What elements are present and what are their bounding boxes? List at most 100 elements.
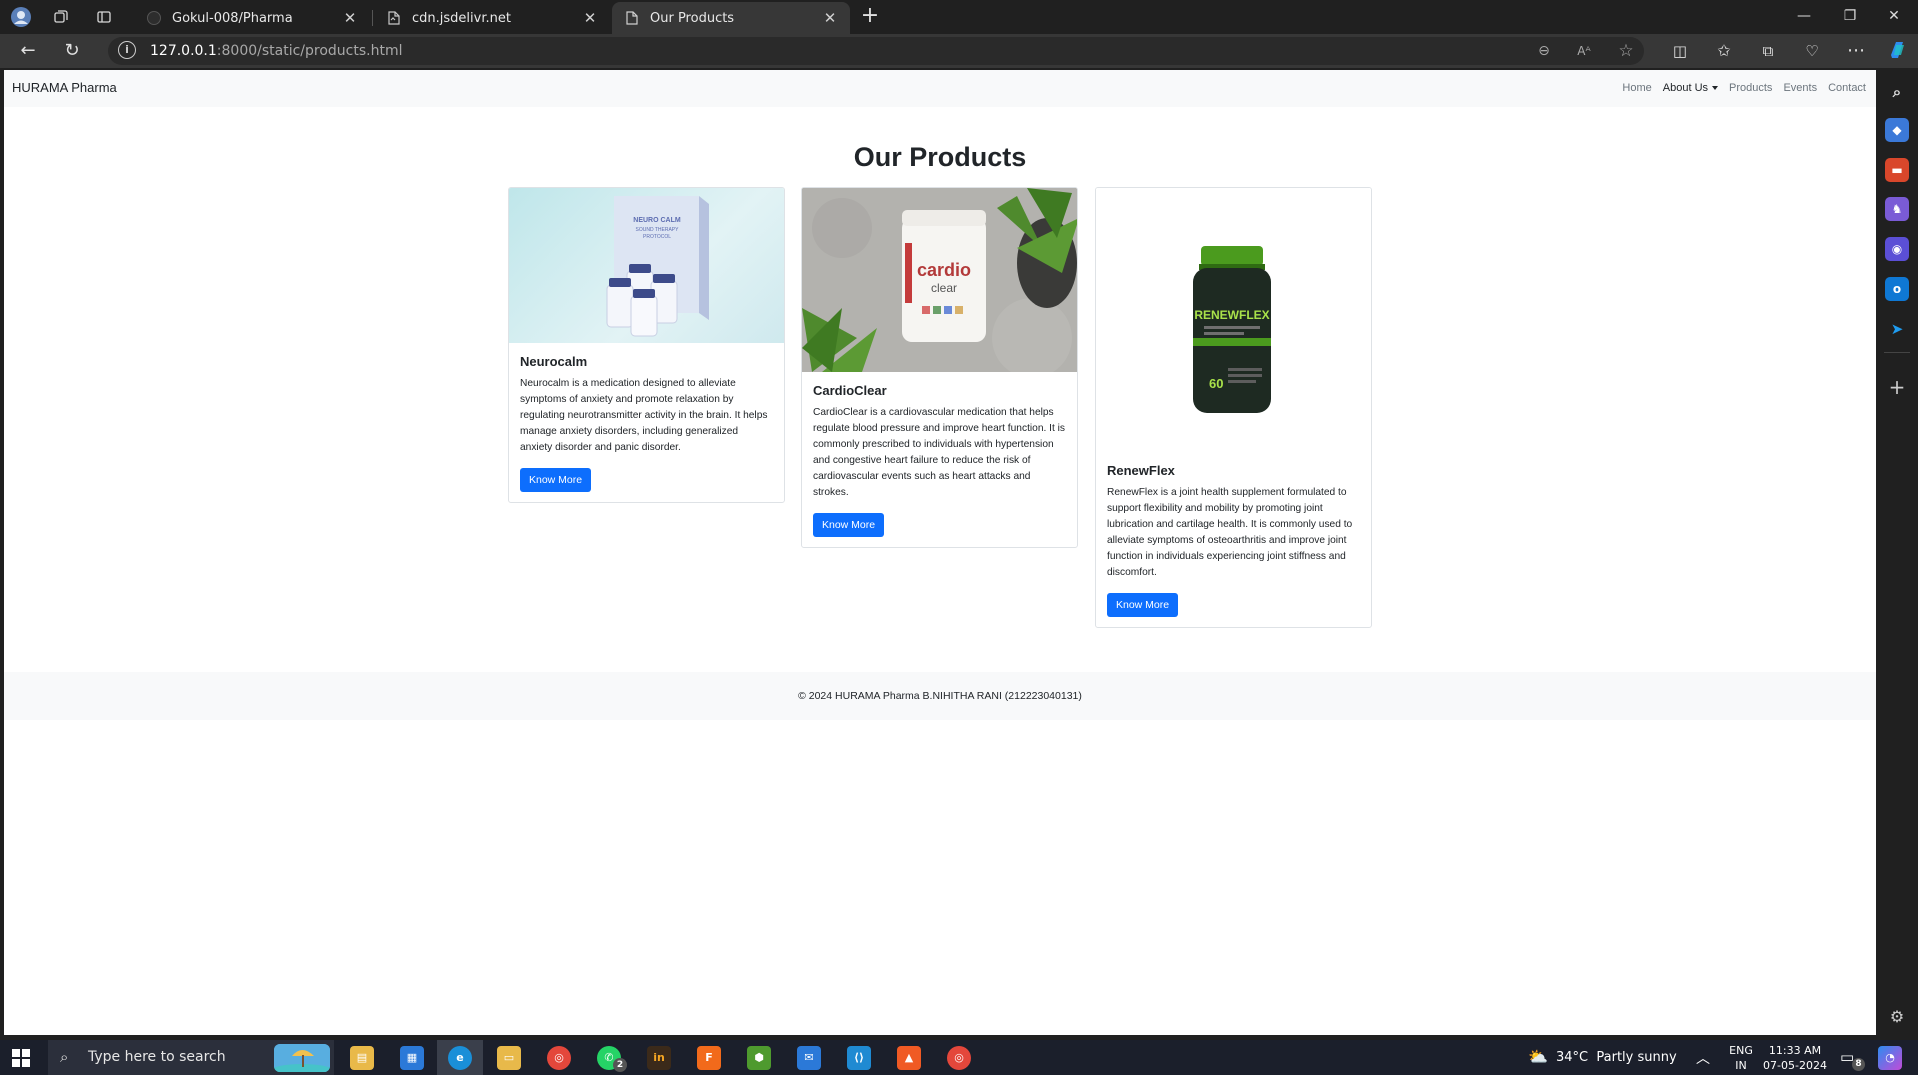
nodejs-icon[interactable]: ⬢ bbox=[747, 1046, 771, 1070]
url-text[interactable]: 127.0.0.1:8000/static/products.html bbox=[150, 43, 403, 59]
new-tab-button[interactable]: + bbox=[856, 5, 884, 29]
address-bar[interactable]: i 127.0.0.1:8000/static/products.html ⊖ … bbox=[108, 37, 1644, 65]
windows-taskbar: ⌕ Type here to search ▤ ▦ e ▭ ◎ ✆ 2 in F… bbox=[0, 1040, 1918, 1075]
send-icon[interactable]: ➤ bbox=[1885, 317, 1909, 341]
tab-divider bbox=[372, 10, 373, 26]
nav-events[interactable]: Events bbox=[1783, 82, 1817, 94]
clock[interactable]: 11:33 AM 07-05-2024 bbox=[1760, 1040, 1830, 1075]
profile-avatar-icon[interactable] bbox=[6, 5, 36, 29]
weather-text: 34°C Partly sunny bbox=[1556, 1050, 1677, 1065]
split-screen-icon[interactable]: ◫ bbox=[1666, 39, 1694, 63]
collections-icon[interactable]: ⧉ bbox=[1754, 39, 1782, 63]
restore-icon[interactable]: ❐ bbox=[1828, 4, 1872, 28]
weather-icon: ⛅ bbox=[1528, 1047, 1548, 1066]
page-title: Our Products bbox=[853, 142, 1027, 172]
know-more-button[interactable]: Know More bbox=[1107, 593, 1179, 617]
tab-jsdelivr[interactable]: cdn.jsdelivr.net ✕ bbox=[374, 2, 610, 34]
browser-tabstrip: Gokul-008/Pharma ✕ cdn.jsdelivr.net ✕ Ou… bbox=[0, 0, 1918, 34]
nav-products[interactable]: Products bbox=[1729, 82, 1772, 94]
clock-date: 07-05-2024 bbox=[1763, 1059, 1827, 1072]
edge-icon[interactable]: e bbox=[448, 1046, 472, 1070]
copilot-icon[interactable] bbox=[1884, 39, 1912, 63]
app-in-icon[interactable]: in bbox=[647, 1046, 671, 1070]
windows-start-icon[interactable] bbox=[12, 1049, 30, 1067]
product-image-renewflex: RENEWFLEX 60 bbox=[1096, 188, 1371, 463]
sidebar-divider bbox=[1884, 352, 1910, 353]
close-tab-icon[interactable]: ✕ bbox=[340, 9, 360, 27]
product-description: Neurocalm is a medication designed to al… bbox=[520, 378, 768, 453]
games-icon[interactable]: ♞ bbox=[1885, 197, 1909, 221]
edge-sidebar: ⌕ ◆ ▬ ♞ ◉ o ➤ + ⚙ bbox=[1876, 68, 1918, 1040]
zoom-icon[interactable]: ⊖ bbox=[1532, 39, 1556, 63]
search-icon[interactable]: ⌕ bbox=[1885, 80, 1909, 104]
search-placeholder: Type here to search bbox=[88, 1049, 226, 1065]
folder-icon[interactable]: ▭ bbox=[497, 1046, 521, 1070]
info-icon[interactable]: i bbox=[118, 41, 136, 59]
card-body: Neurocalm Neurocalm is a medication desi… bbox=[509, 343, 784, 502]
store-icon[interactable]: ▦ bbox=[400, 1046, 424, 1070]
close-window-icon[interactable]: ✕ bbox=[1872, 4, 1916, 28]
product-card-renewflex: RENEWFLEX 60 RenewFlex RenewFlex is a jo… bbox=[1095, 187, 1372, 628]
tab-our-products[interactable]: Our Products ✕ bbox=[612, 2, 850, 34]
site-navbar: HURAMA Pharma Home About Us Products Eve… bbox=[4, 70, 1876, 107]
favorite-icon[interactable]: ☆ bbox=[1614, 39, 1638, 63]
region-code: IN bbox=[1735, 1059, 1747, 1072]
back-icon[interactable]: ← bbox=[14, 39, 42, 63]
product-name: CardioClear bbox=[813, 383, 887, 398]
page-viewport: HURAMA Pharma Home About Us Products Eve… bbox=[4, 70, 1876, 1035]
read-aloud-icon[interactable]: Aᴬ bbox=[1572, 39, 1596, 63]
know-more-button[interactable]: Know More bbox=[520, 468, 592, 492]
outlook-icon[interactable]: o bbox=[1885, 277, 1909, 301]
jar-label: cardio bbox=[917, 260, 971, 280]
tab-actions-icon[interactable] bbox=[89, 5, 119, 29]
nav-about-dropdown[interactable]: About Us bbox=[1663, 82, 1719, 94]
settings-icon[interactable]: ⚙ bbox=[1885, 1005, 1909, 1029]
site-brand[interactable]: HURAMA Pharma bbox=[12, 80, 117, 95]
minimize-icon[interactable]: — bbox=[1782, 4, 1826, 28]
jar-label: clear bbox=[931, 281, 957, 295]
weather-widget[interactable]: ⛅ 34°C Partly sunny bbox=[1524, 1040, 1684, 1075]
close-tab-icon[interactable]: ✕ bbox=[580, 9, 600, 27]
tab-title: Our Products bbox=[650, 10, 735, 26]
chrome-profile-icon[interactable]: ◎ bbox=[947, 1046, 971, 1070]
box-label: NEURO CALM bbox=[633, 217, 681, 224]
product-card-neurocalm: NEURO CALM SOUND THERAPY PROTOCOL Neuroc… bbox=[508, 187, 785, 503]
app-f-icon[interactable]: F bbox=[697, 1046, 721, 1070]
site-footer: © 2024 HURAMA Pharma B.NIHITHA RANI (212… bbox=[4, 672, 1876, 720]
show-hidden-icons[interactable]: ︿ bbox=[1696, 1048, 1710, 1075]
card-body: CardioClear CardioClear is a cardiovascu… bbox=[802, 372, 1077, 547]
page-icon bbox=[386, 10, 402, 26]
nav-contact[interactable]: Contact bbox=[1828, 82, 1866, 94]
brave-icon[interactable]: ▲ bbox=[897, 1046, 921, 1070]
know-more-button[interactable]: Know More bbox=[813, 513, 885, 537]
favorites-icon[interactable]: ✩ bbox=[1710, 39, 1738, 63]
bottle-label: RENEWFLEX bbox=[1194, 308, 1269, 322]
taskbar-search[interactable]: ⌕ Type here to search bbox=[48, 1040, 334, 1075]
file-explorer-pinned-icon[interactable]: ▤ bbox=[350, 1046, 374, 1070]
nav-links: Home About Us Products Events Contact bbox=[1622, 82, 1866, 94]
product-image-cardioclear: cardio clear bbox=[802, 188, 1077, 372]
bottle-count: 60 bbox=[1209, 376, 1223, 391]
github-icon bbox=[146, 10, 162, 26]
chrome-icon[interactable]: ◎ bbox=[547, 1046, 571, 1070]
whatsapp-badge: 2 bbox=[613, 1058, 627, 1072]
more-icon[interactable]: ⋯ bbox=[1842, 39, 1870, 63]
close-tab-icon[interactable]: ✕ bbox=[820, 9, 840, 27]
add-icon[interactable]: + bbox=[1885, 375, 1909, 399]
browser-essentials-icon[interactable]: ♡ bbox=[1798, 39, 1826, 63]
language-indicator[interactable]: ENG IN bbox=[1726, 1040, 1756, 1075]
tab-title: Gokul-008/Pharma bbox=[172, 10, 293, 26]
product-name: RenewFlex bbox=[1107, 463, 1175, 478]
office-icon[interactable]: ◉ bbox=[1885, 237, 1909, 261]
mail-icon[interactable]: ✉ bbox=[797, 1046, 821, 1070]
tools-icon[interactable]: ▬ bbox=[1885, 158, 1909, 182]
workspaces-icon[interactable] bbox=[46, 5, 76, 29]
nav-home[interactable]: Home bbox=[1622, 82, 1651, 94]
page-icon bbox=[624, 10, 640, 26]
copilot-taskbar-icon[interactable]: ◔ bbox=[1878, 1046, 1902, 1070]
refresh-icon[interactable]: ↻ bbox=[58, 39, 86, 63]
tab-title: cdn.jsdelivr.net bbox=[412, 10, 511, 26]
tab-github[interactable]: Gokul-008/Pharma ✕ bbox=[134, 2, 370, 34]
vscode-icon[interactable]: ⟨⟩ bbox=[847, 1046, 871, 1070]
shopping-tag-icon[interactable]: ◆ bbox=[1885, 118, 1909, 142]
